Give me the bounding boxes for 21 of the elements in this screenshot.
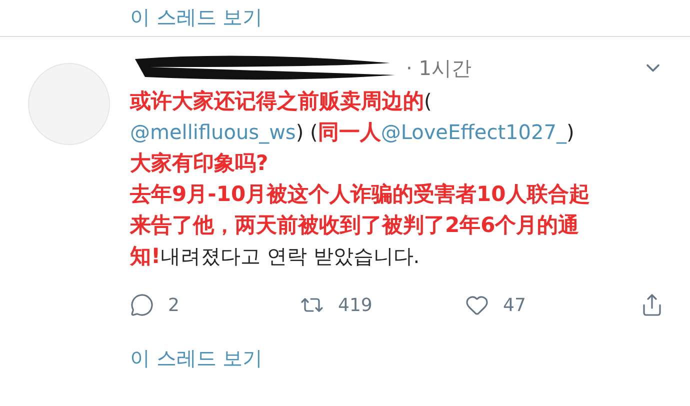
tweet-text: ) xyxy=(566,120,574,144)
reply-button[interactable]: 2 xyxy=(130,293,300,317)
show-thread-link[interactable]: 이 스레드 보기 xyxy=(0,0,690,32)
annotation-text: 大家有印象吗? xyxy=(130,150,268,177)
upload-icon xyxy=(640,293,664,317)
show-thread-link[interactable]: 이 스레드 보기 xyxy=(130,345,263,372)
tweet-text: 내려졌다고 연락 받았습니다. xyxy=(160,243,420,270)
mention-link[interactable]: @LoveEffect1027_ xyxy=(380,120,566,144)
annotation-text: 同一人 xyxy=(318,119,381,146)
heart-icon xyxy=(465,293,489,317)
annotation-text: 去年9月-10月被这个人诈骗的受害者10人联合起 xyxy=(130,181,590,208)
speech-bubble-icon xyxy=(130,293,154,317)
tweet-time: · 1시간 xyxy=(406,54,472,82)
mention-link[interactable]: @mellifluous_ws xyxy=(130,120,296,144)
annotation-text: 来告了他，两天前被收到了被判了2年6个月的通 xyxy=(130,212,580,239)
like-button[interactable]: 47 xyxy=(465,293,640,317)
retweet-button[interactable]: 419 xyxy=(300,293,465,317)
tweet-text: ( xyxy=(424,89,432,113)
tweet-text: ) ( xyxy=(296,120,318,144)
annotation-text: 知! xyxy=(130,243,161,270)
annotation-text: 或许大家还记得之前贩卖周边的 xyxy=(130,88,424,115)
